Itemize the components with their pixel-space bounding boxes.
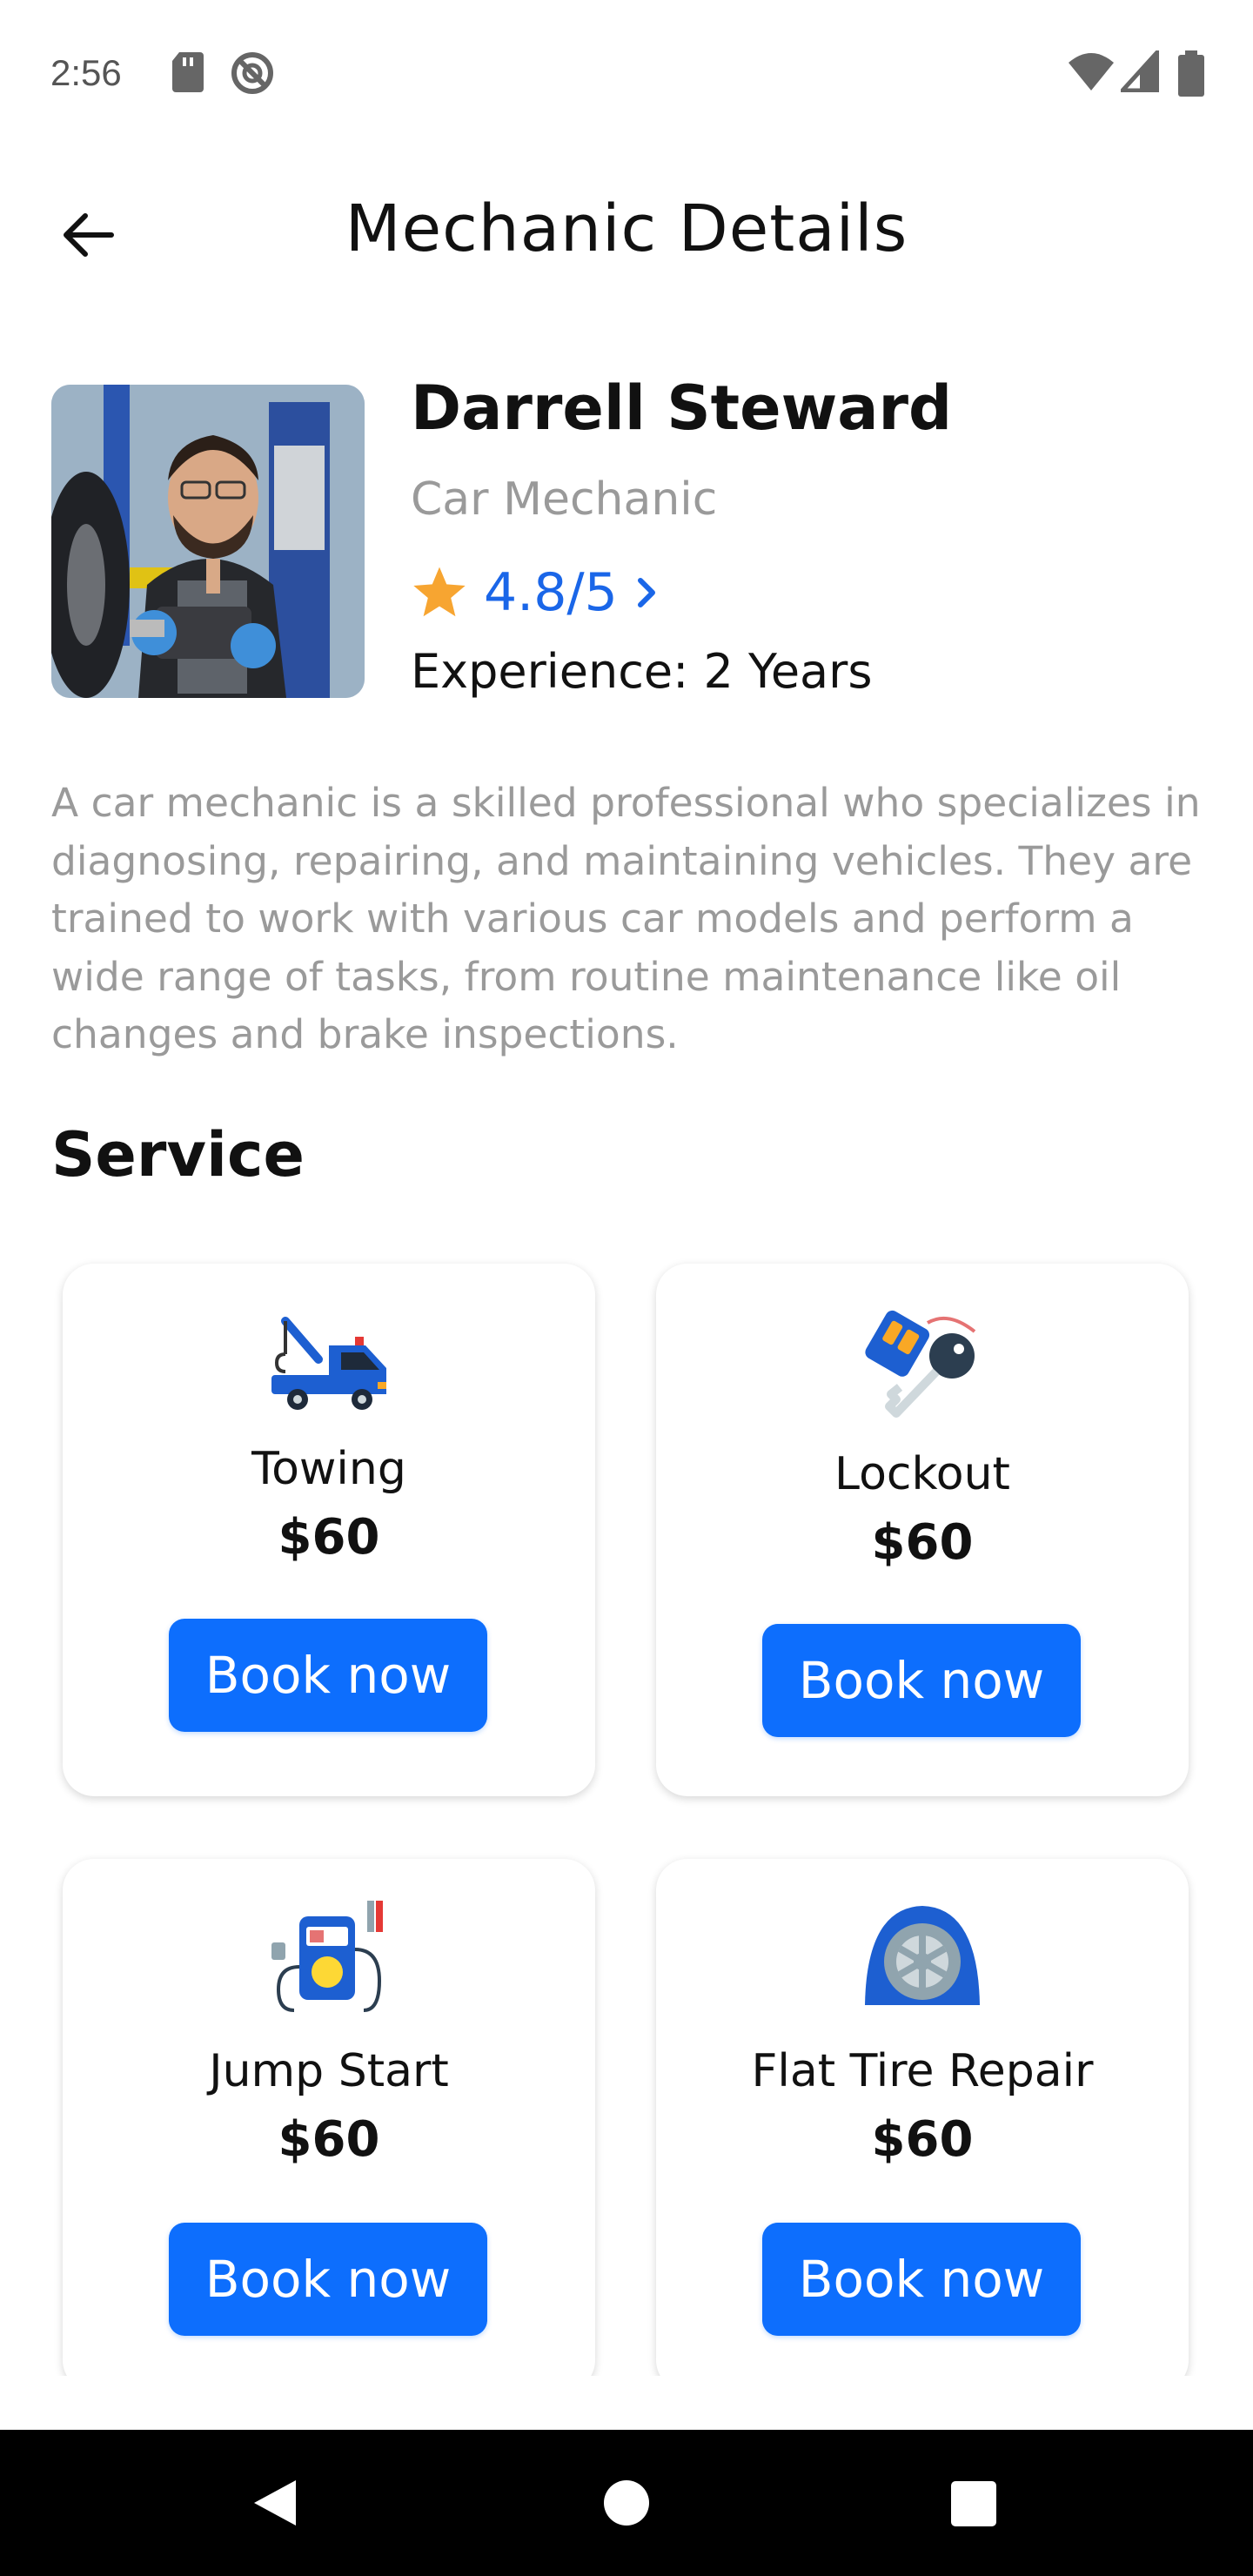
jump-starter-icon	[271, 1901, 383, 2012]
rating-value: 4.8/5	[484, 562, 618, 623]
service-name: Flat Tire Repair	[751, 2045, 1094, 2097]
service-name: Lockout	[834, 1448, 1010, 1500]
wifi-icon	[1069, 53, 1114, 91]
service-card-flat-tire-repair: Flat Tire Repair $60 Book now	[656, 1859, 1189, 2392]
nav-home-icon[interactable]	[602, 2479, 651, 2527]
service-price: $60	[871, 1514, 974, 1571]
mechanic-description: A car mechanic is a skilled professional…	[51, 780, 1201, 1057]
service-name: Jump Start	[209, 2045, 449, 2097]
service-price: $60	[278, 1509, 380, 1566]
book-now-button-flat-tire-repair[interactable]: Book now	[762, 2223, 1081, 2336]
car-key-icon	[865, 1310, 976, 1418]
service-price: $60	[278, 2111, 380, 2168]
service-price: $60	[871, 2111, 974, 2168]
service-card-jump-start: Jump Start $60 Book now	[63, 1859, 595, 2392]
book-now-button-towing[interactable]: Book now	[169, 1619, 487, 1732]
book-now-button-jump-start[interactable]: Book now	[169, 2223, 487, 2336]
flat-tire-icon	[865, 1906, 980, 2005]
system-navigation-bar	[0, 2430, 1253, 2576]
star-icon	[413, 567, 466, 617]
service-heading: Service	[51, 1119, 305, 1191]
experience-text: Experience: 2 Years	[411, 644, 873, 699]
scroll-fade	[0, 2376, 1253, 2430]
nav-recents-icon[interactable]	[950, 2480, 997, 2527]
cell-signal-icon	[1121, 50, 1159, 92]
sd-card-icon	[172, 52, 204, 92]
book-now-button-lockout[interactable]: Book now	[762, 1624, 1081, 1737]
status-time: 2:56	[50, 52, 122, 93]
service-card-towing: Towing $60 Book now	[63, 1264, 595, 1796]
rating-link[interactable]: 4.8/5	[411, 553, 660, 632]
chevron-right-icon	[637, 578, 655, 607]
do-not-disturb-icon	[231, 52, 273, 94]
page-title: Mechanic Details	[345, 191, 908, 266]
battery-icon	[1178, 50, 1204, 97]
nav-back-icon[interactable]	[251, 2477, 299, 2529]
mechanic-name: Darrell Steward	[411, 372, 953, 444]
service-name: Towing	[251, 1443, 406, 1495]
mechanic-photo	[51, 385, 365, 698]
mechanic-role: Car Mechanic	[411, 473, 718, 526]
tow-truck-icon	[271, 1317, 386, 1410]
service-card-lockout: Lockout $60 Book now	[656, 1264, 1189, 1796]
